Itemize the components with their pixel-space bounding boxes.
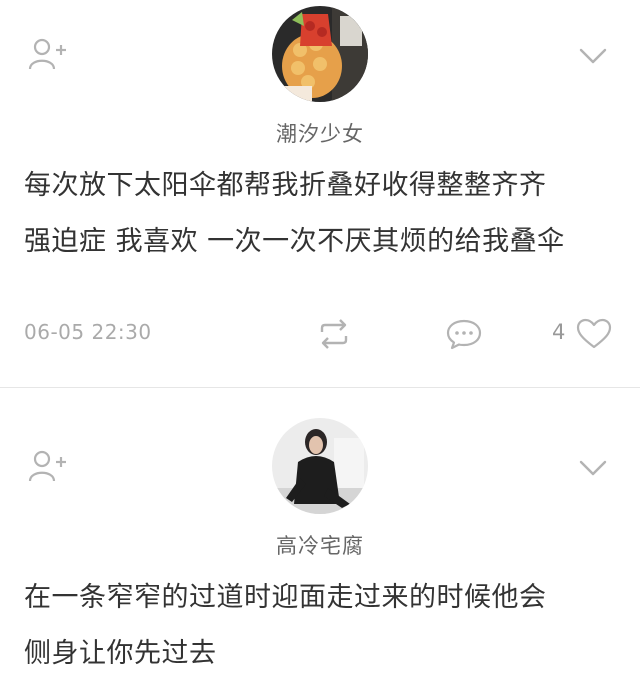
avatar[interactable] [272,6,368,102]
feed: 潮汐少女 每次放下太阳伞都帮我折叠好收得整整齐齐 强迫症 我喜欢 一次一次不厌其… [0,0,640,676]
add-friend-icon[interactable] [28,448,68,482]
repost-icon[interactable] [316,318,352,350]
content-line: 在一条窄窄的过道时迎面走过来的时候他会 [24,582,547,613]
post-card: 高冷宅腐 在一条窄窄的过道时迎面走过来的时候他会 侧身让你先过去 [0,388,640,676]
post-content: 在一条窄窄的过道时迎面走过来的时候他会 侧身让你先过去 [24,570,624,682]
content-line: 强迫症 我喜欢 一次一次不厌其烦的给我叠伞 [24,226,565,257]
like-count: 4 [552,320,566,344]
username[interactable]: 高冷宅腐 [0,530,640,560]
content-line: 每次放下太阳伞都帮我折叠好收得整整齐齐 [24,170,547,201]
post-content: 每次放下太阳伞都帮我折叠好收得整整齐齐 强迫症 我喜欢 一次一次不厌其烦的给我叠… [24,158,624,270]
avatar[interactable] [272,418,368,514]
post-card: 潮汐少女 每次放下太阳伞都帮我折叠好收得整整齐齐 强迫症 我喜欢 一次一次不厌其… [0,0,640,388]
comment-icon[interactable] [446,318,482,350]
add-friend-icon[interactable] [28,36,68,70]
avatar-food-photo [272,6,368,102]
avatar-woman-photo [272,418,368,514]
username[interactable]: 潮汐少女 [0,118,640,148]
content-line: 侧身让你先过去 [24,638,217,669]
chevron-down-icon[interactable] [578,46,608,66]
chevron-down-icon[interactable] [578,458,608,478]
timestamp: 06-05 22:30 [24,320,152,344]
heart-icon[interactable] [576,318,612,350]
